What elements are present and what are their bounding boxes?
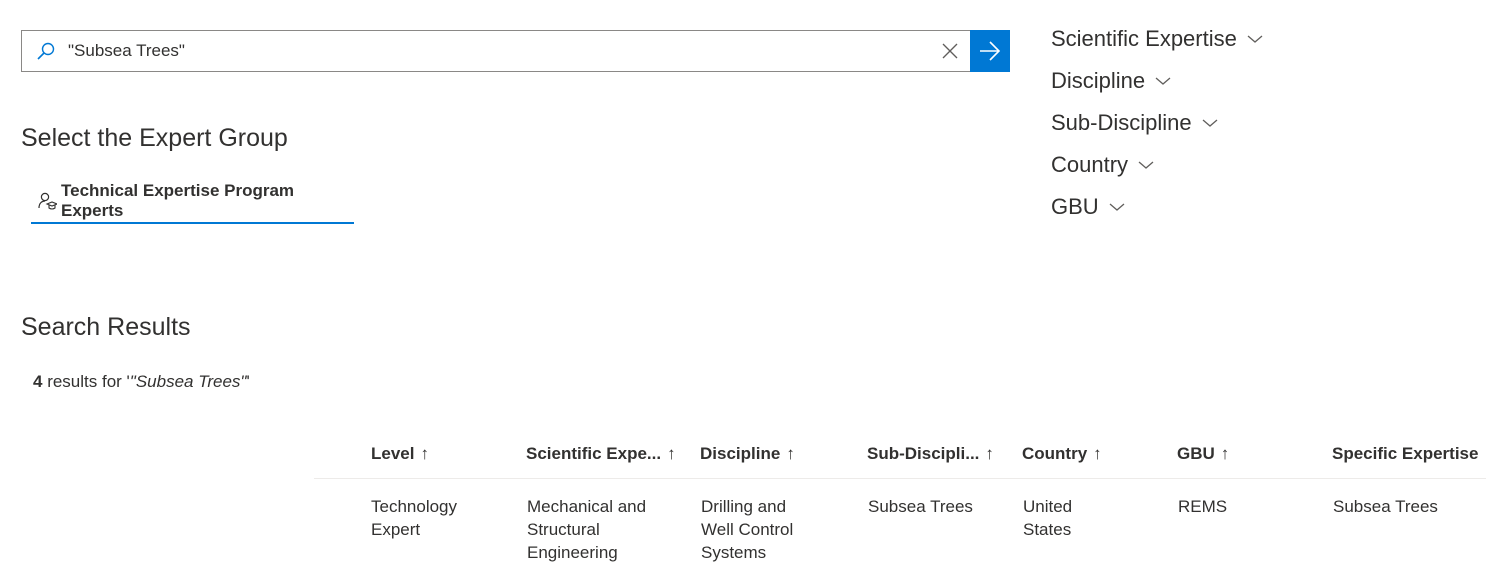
- column-label: Scientific Expe...: [526, 444, 662, 463]
- filter-sub-discipline[interactable]: Sub-Discipline: [1051, 102, 1263, 144]
- column-header-specific-expertise[interactable]: Specific Expertise↑: [1332, 430, 1486, 479]
- search-input[interactable]: [68, 32, 930, 70]
- table-row[interactable]: Technology Expert Mechanical and Structu…: [314, 479, 1486, 566]
- search-icon: [36, 41, 56, 61]
- cell-text: Drilling and Well Control Systems: [701, 497, 794, 562]
- chevron-down-icon: [1155, 76, 1171, 86]
- chevron-down-icon: [1138, 160, 1154, 170]
- cell-level: Technology Expert: [314, 479, 526, 566]
- filter-country[interactable]: Country: [1051, 144, 1263, 186]
- chevron-down-icon: [1202, 118, 1218, 128]
- filter-label: Scientific Expertise: [1051, 26, 1237, 51]
- sort-ascending-icon: ↑: [420, 444, 429, 463]
- cell-gbu: REMS: [1177, 479, 1332, 566]
- expert-person-icon: [37, 191, 57, 211]
- sort-ascending-icon: ↑: [667, 444, 676, 463]
- column-label: Level: [371, 444, 415, 463]
- cell-sub-discipline: Subsea Trees: [867, 479, 1022, 566]
- column-header-level[interactable]: Level ↑: [314, 430, 526, 479]
- expert-group-title: Select the Expert Group: [21, 124, 288, 152]
- filter-label: Country: [1051, 152, 1129, 177]
- sort-ascending-icon: ↑: [985, 444, 994, 463]
- column-label: GBU: [1177, 444, 1215, 463]
- cell-scientific-expertise: Mechanical and Structural Engineering: [526, 479, 700, 566]
- cell-country: United States: [1022, 479, 1177, 566]
- filter-label: Sub-Discipline: [1051, 110, 1192, 135]
- close-icon: [942, 43, 958, 59]
- result-count: 4 results for '"Subsea Trees"': [33, 372, 250, 392]
- column-label: Specific Expertise: [1332, 444, 1479, 463]
- cell-discipline: Drilling and Well Control Systems: [700, 479, 867, 566]
- clear-search-button[interactable]: [930, 31, 970, 71]
- table-header-row: Level ↑ Scientific Expe... ↑ Discipline ↑ S…: [314, 430, 1486, 479]
- cell-text: REMS: [1178, 497, 1228, 516]
- cell-specific-expertise: Subsea Trees: [1332, 479, 1486, 566]
- tab-technical-expertise-program-experts[interactable]: Technical Expertise Program Experts: [31, 180, 354, 224]
- search-submit-button[interactable]: [970, 30, 1010, 72]
- filter-label: GBU: [1051, 194, 1099, 219]
- column-header-gbu[interactable]: GBU ↑: [1177, 430, 1332, 479]
- filter-discipline[interactable]: Discipline: [1051, 60, 1263, 102]
- cell-text: Subsea Trees: [868, 497, 973, 516]
- cell-text: United States: [1023, 497, 1073, 539]
- sort-ascending-icon: ↑: [1093, 444, 1102, 463]
- cell-text: Subsea Trees: [1333, 497, 1438, 516]
- tab-label: Technical Expertise Program Experts: [61, 181, 295, 220]
- result-count-query: "Subsea Trees": [129, 372, 247, 391]
- column-header-country[interactable]: Country ↑: [1022, 430, 1177, 479]
- filter-gbu[interactable]: GBU: [1051, 186, 1263, 228]
- chevron-down-icon: [1109, 202, 1125, 212]
- result-count-prefix: results for ': [42, 372, 130, 391]
- column-header-sub-discipline[interactable]: Sub-Discipli... ↑: [867, 430, 1022, 479]
- sort-ascending-icon: ↑: [786, 444, 795, 463]
- column-label: Country: [1022, 444, 1088, 463]
- search-box: [21, 30, 1010, 72]
- filter-label: Discipline: [1051, 68, 1146, 93]
- filter-panel: Scientific Expertise Discipline Sub-Disc…: [1051, 18, 1263, 228]
- cell-text: Mechanical and Structural Engineering: [527, 497, 647, 562]
- sort-ascending-icon: ↑: [1220, 444, 1230, 463]
- column-header-scientific-expertise[interactable]: Scientific Expe... ↑: [526, 430, 700, 479]
- column-header-discipline[interactable]: Discipline ↑: [700, 430, 867, 479]
- result-count-suffix: ': [246, 372, 250, 391]
- chevron-down-icon: [1247, 34, 1263, 44]
- arrow-right-icon: [980, 41, 1001, 61]
- results-table: Level ↑ Scientific Expe... ↑ Discipline ↑ S…: [314, 430, 1486, 565]
- search-results-title: Search Results: [21, 313, 191, 341]
- cell-text: Technology Expert: [371, 497, 458, 539]
- column-label: Sub-Discipli...: [867, 444, 980, 463]
- column-label: Discipline: [700, 444, 781, 463]
- filter-scientific-expertise[interactable]: Scientific Expertise: [1051, 18, 1263, 60]
